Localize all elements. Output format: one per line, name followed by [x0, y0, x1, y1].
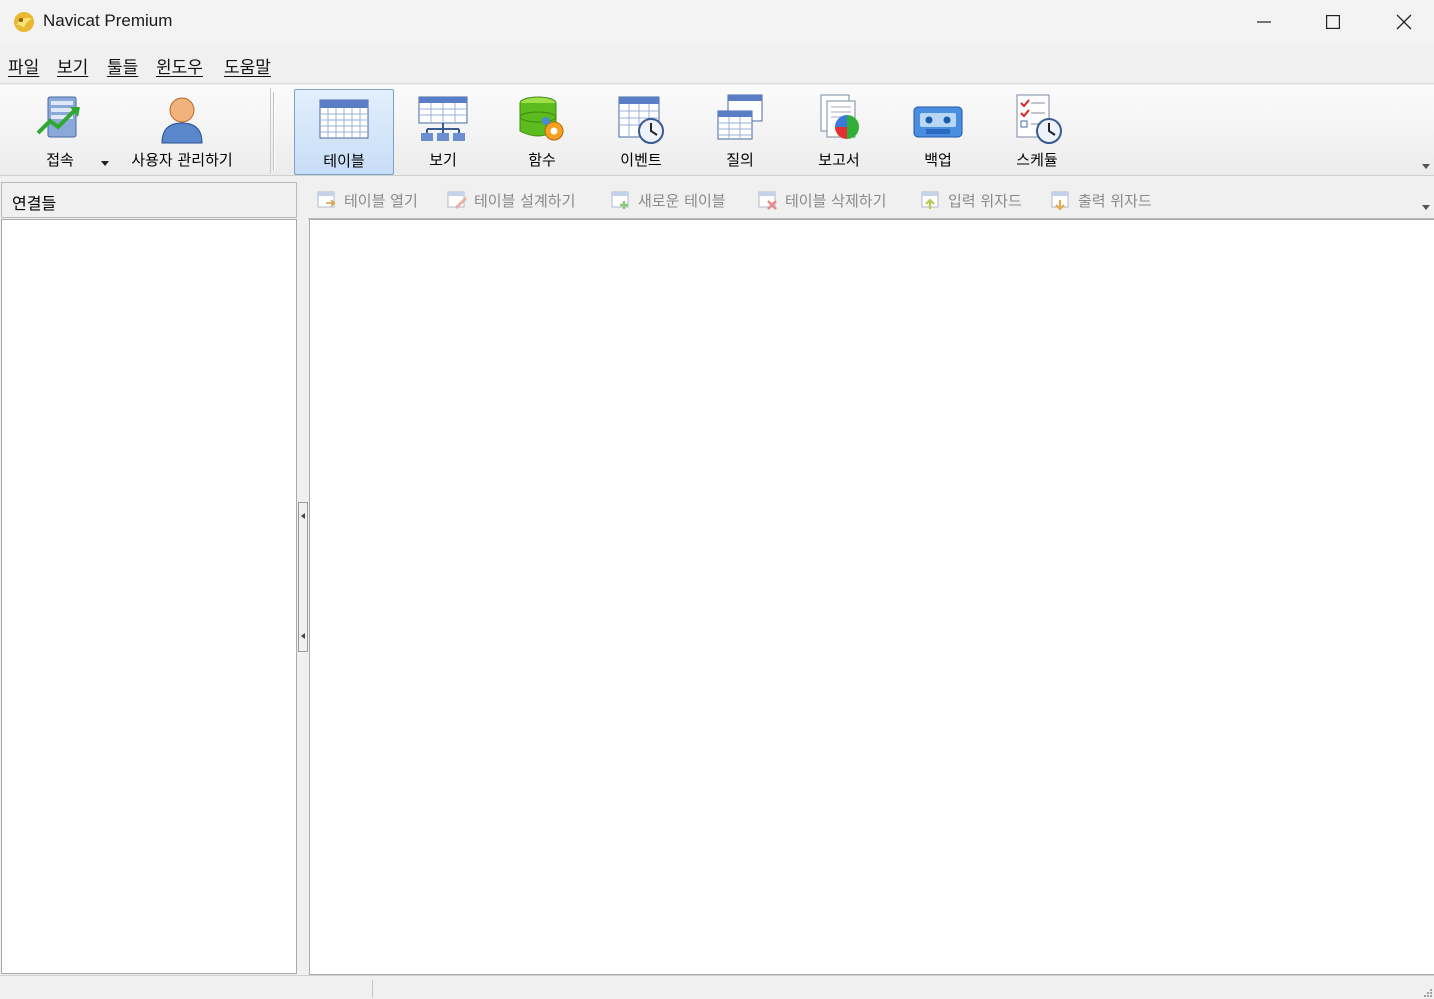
toolbar-separator	[273, 92, 275, 170]
status-divider	[372, 980, 373, 998]
design-table-button[interactable]: 테이블 설계하기	[446, 186, 575, 214]
object-list-area[interactable]	[309, 219, 1434, 975]
navicat-logo-icon	[14, 12, 34, 32]
new-table-button[interactable]: 새로운 테이블	[610, 186, 726, 214]
main-toolbar: 접속 사용자 관리하기 테이블 보기 함수 이벤트 질의 보고서 백업 스케듈	[0, 85, 1434, 176]
query-button[interactable]: 질의	[695, 89, 785, 175]
open-table-button[interactable]: 테이블 열기	[316, 186, 418, 214]
connect-dropdown-arrow-icon[interactable]	[101, 161, 109, 166]
menu-file[interactable]: 파일	[8, 53, 39, 78]
import-icon	[921, 191, 939, 209]
delete-table-button[interactable]: 테이블 삭제하기	[757, 186, 886, 214]
object-toolbar-overflow-icon[interactable]	[1422, 205, 1430, 210]
new-table-label: 새로운 테이블	[638, 191, 726, 210]
maximize-icon	[1326, 15, 1340, 29]
user-manage-button[interactable]: 사용자 관리하기	[118, 89, 246, 175]
function-label: 함수	[528, 151, 556, 169]
report-label: 보고서	[818, 151, 860, 169]
menu-view[interactable]: 보기	[57, 53, 88, 78]
report-icon	[820, 94, 859, 139]
function-button[interactable]: 함수	[497, 89, 587, 175]
schedule-label: 스케듈	[1016, 151, 1058, 169]
open-table-icon	[317, 191, 336, 208]
collapse-left-icon[interactable]	[301, 513, 305, 519]
export-icon	[1051, 191, 1069, 211]
backup-button[interactable]: 백업	[893, 89, 983, 175]
user-icon	[161, 97, 203, 144]
menu-bar: 파일 보기 툴들 윈도우 도움말	[0, 44, 1434, 84]
status-bar	[0, 975, 1434, 999]
connect-label: 접속	[46, 151, 74, 169]
event-button[interactable]: 이벤트	[596, 89, 686, 175]
new-table-icon	[611, 191, 629, 209]
object-toolbar: 테이블 열기 테이블 설계하기 새로운 테이블 테이블 삭제하기 입력 위자드	[308, 181, 1434, 219]
event-icon	[618, 96, 664, 144]
maximize-button[interactable]	[1298, 0, 1368, 44]
menu-window[interactable]: 윈도우	[156, 53, 203, 78]
function-icon	[519, 96, 564, 141]
minimize-icon	[1257, 21, 1271, 23]
view-label: 보기	[429, 151, 457, 169]
design-table-label: 테이블 설계하기	[474, 191, 576, 210]
view-button[interactable]: 보기	[398, 89, 488, 175]
backup-icon	[913, 106, 963, 138]
export-wizard-label: 출력 위자드	[1078, 191, 1152, 210]
menu-tools[interactable]: 툴들	[107, 53, 138, 78]
event-label: 이벤트	[620, 151, 662, 169]
connections-header: 연결들	[1, 182, 297, 218]
menu-help[interactable]: 도움말	[224, 53, 271, 78]
query-label: 질의	[726, 151, 754, 169]
table-label: 테이블	[323, 152, 365, 170]
close-icon	[1396, 14, 1412, 30]
import-wizard-button[interactable]: 입력 위자드	[920, 186, 1022, 214]
schedule-button[interactable]: 스케듈	[992, 89, 1082, 175]
resize-grip-icon[interactable]	[1422, 987, 1432, 997]
schedule-icon	[1016, 94, 1062, 144]
panel-splitter[interactable]	[298, 502, 308, 652]
table-button[interactable]: 테이블	[294, 89, 394, 175]
export-wizard-button[interactable]: 출력 위자드	[1050, 186, 1152, 214]
design-table-icon	[447, 191, 467, 209]
delete-table-icon	[758, 191, 777, 210]
report-button[interactable]: 보고서	[794, 89, 884, 175]
close-button[interactable]	[1369, 0, 1434, 44]
minimize-button[interactable]	[1229, 0, 1299, 44]
delete-table-label: 테이블 삭제하기	[785, 191, 887, 210]
query-icon	[717, 94, 763, 140]
collapse-left-icon-bottom[interactable]	[301, 633, 305, 639]
backup-label: 백업	[924, 151, 952, 169]
title-bar: Navicat Premium	[0, 0, 1434, 44]
toolbar-overflow-icon[interactable]	[1422, 164, 1430, 169]
table-icon	[319, 99, 369, 139]
view-icon	[418, 96, 468, 141]
connections-panel: 연결들	[0, 181, 298, 975]
connect-button[interactable]: 접속	[18, 89, 102, 175]
window-title: Navicat Premium	[43, 11, 173, 30]
open-table-label: 테이블 열기	[344, 191, 418, 210]
user-manage-label: 사용자 관리하기	[131, 151, 233, 169]
import-wizard-label: 입력 위자드	[948, 191, 1022, 210]
connection-icon	[36, 96, 80, 138]
connections-tree[interactable]	[1, 219, 297, 974]
